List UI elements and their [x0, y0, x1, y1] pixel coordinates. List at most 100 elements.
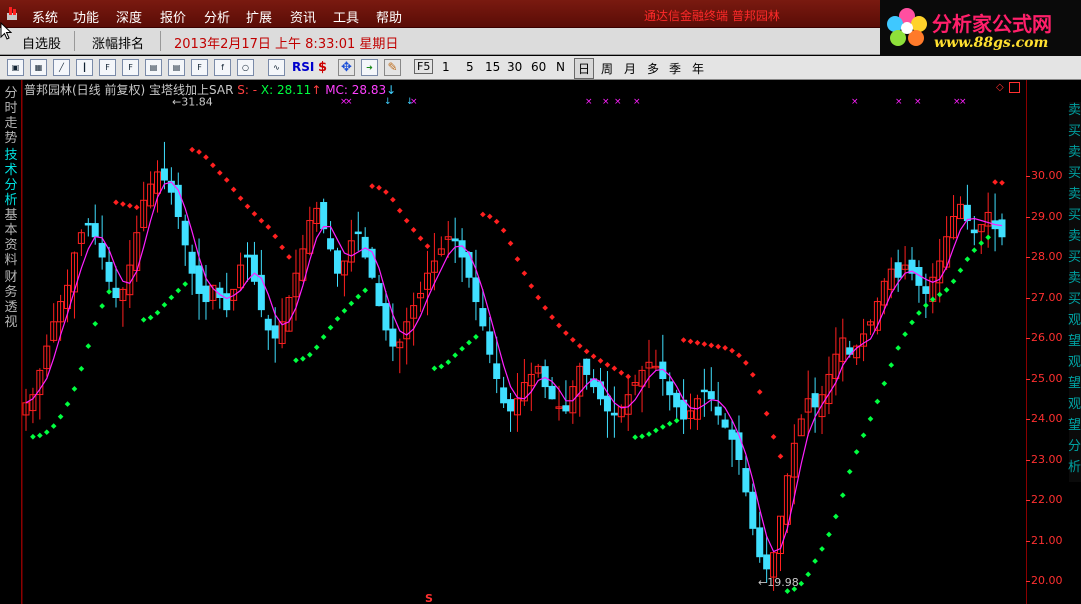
vtab-financials[interactable]: 财务透视	[2, 270, 20, 330]
pencil-icon[interactable]: ✎	[384, 59, 401, 76]
vtab-technical[interactable]: 技术分析	[2, 148, 20, 208]
period-week[interactable]: 周	[601, 60, 613, 77]
f5-button[interactable]: F5	[414, 59, 434, 74]
candle-down	[500, 387, 508, 404]
menu-extend[interactable]: 扩展	[246, 7, 272, 26]
signal-x-marker: ×	[959, 97, 967, 107]
signal-glyph: 买	[1068, 292, 1081, 307]
calendar-icon[interactable]: ▤	[145, 59, 162, 76]
signal-arrow-marker: ↓	[406, 97, 414, 107]
signal-x-marker: ×	[633, 97, 641, 107]
y-tick-mark	[1026, 500, 1030, 501]
signal-glyph: 分	[1068, 439, 1081, 454]
promo-text[interactable]: 通达信金融终端 普邦园林	[644, 7, 780, 24]
candle-down	[548, 385, 556, 400]
candle-down	[160, 168, 168, 181]
candle-down	[562, 405, 570, 412]
vtab-intraday[interactable]: 分时走势	[2, 86, 20, 146]
rsi-button[interactable]: RSI	[292, 60, 314, 74]
period-multi[interactable]: 多	[647, 60, 659, 77]
chart-restore-icon[interactable]	[1009, 82, 1020, 93]
flower-logo-icon	[887, 8, 927, 46]
export-icon[interactable]: ➜	[361, 59, 378, 76]
period-5min[interactable]: 5	[466, 60, 474, 74]
candle-down	[659, 361, 667, 379]
period-30min[interactable]: 30	[507, 60, 522, 74]
x-up-arrow: ↑	[311, 83, 322, 97]
menu-function[interactable]: 功能	[73, 7, 99, 26]
tab-gainers[interactable]: 涨幅排名	[92, 33, 144, 52]
y-tick-mark	[1026, 176, 1030, 177]
period-year[interactable]: 年	[692, 60, 704, 77]
candle-down	[181, 220, 189, 246]
vtab-fundamentals[interactable]: 基本资料	[2, 208, 20, 268]
candle-down	[91, 223, 99, 238]
candle-down	[610, 412, 618, 416]
function-icon[interactable]: f	[214, 59, 231, 76]
x-value: X: 28.11	[260, 83, 312, 97]
signal-glyph: 望	[1068, 418, 1081, 433]
signal-glyph: 卖	[1068, 187, 1081, 202]
menu-quote[interactable]: 报价	[160, 7, 186, 26]
menu-depth[interactable]: 深度	[116, 7, 142, 26]
candle-down	[894, 262, 902, 278]
site-logo: 分析家公式网 www.88gs.com	[880, 0, 1081, 58]
signal-glyph: 观	[1068, 313, 1081, 328]
dollar-button[interactable]: $	[318, 60, 327, 75]
candle-down	[98, 242, 106, 258]
period-day[interactable]: 日	[574, 58, 595, 79]
logo-url: www.88gs.com	[934, 35, 1049, 51]
toolbar: ▣ ▦ ╱ ┃ F F ▤ ▤ F f ○ ∿ RSI $ ✥ ➜ ✎ F5 1…	[0, 56, 1081, 80]
logo-title: 分析家公式网	[932, 12, 1052, 36]
signal-glyph: 买	[1068, 166, 1081, 181]
formula-icon[interactable]: F	[191, 59, 208, 76]
y-tick-mark	[1026, 378, 1030, 380]
period-n[interactable]: N	[556, 60, 565, 74]
y-tick-label: 21.00	[1031, 533, 1063, 547]
y-tick-label: 20.00	[1031, 574, 1063, 587]
search-icon[interactable]: ○	[237, 59, 254, 76]
menu-system[interactable]: 系统	[32, 7, 58, 26]
menu-help[interactable]: 帮助	[376, 7, 402, 26]
candle-down	[714, 406, 722, 416]
candle-down	[700, 389, 708, 393]
f10-icon[interactable]: F	[99, 59, 116, 76]
candle-down	[195, 265, 203, 294]
candle-down	[486, 331, 494, 355]
line-chart-icon[interactable]: ╱	[53, 59, 70, 76]
window-icon[interactable]: ▣	[7, 59, 24, 76]
wave-icon[interactable]: ∿	[268, 59, 285, 76]
table-icon[interactable]: ▦	[30, 59, 47, 76]
candle-down	[320, 202, 328, 230]
f10-info-icon[interactable]: ▤	[168, 59, 185, 76]
chart-options-icon[interactable]: ◇	[996, 82, 1004, 93]
menu-tools[interactable]: 工具	[333, 7, 359, 26]
candle-down	[112, 287, 120, 299]
s-value: S: -	[237, 83, 258, 97]
period-60min[interactable]: 60	[531, 60, 546, 74]
signal-glyph: 买	[1068, 124, 1081, 139]
period-15min[interactable]: 15	[485, 60, 500, 74]
chart-info-line: 普邦园林(日线 前复权) 宝塔线加上SAR S: - X: 28.11↑ MC:…	[24, 81, 396, 97]
app-logo-icon[interactable]	[6, 6, 20, 21]
period-1min[interactable]: 1	[442, 60, 450, 74]
candlestick-chart[interactable]: ×× × × × × × × × × ××↓ ↓←31.84←19.98S	[22, 80, 1026, 604]
candle-down	[673, 392, 681, 408]
y-tick-mark	[1026, 216, 1030, 218]
candle-down	[493, 363, 501, 380]
period-quarter[interactable]: 季	[669, 60, 681, 77]
candle-down	[666, 381, 674, 396]
move-icon[interactable]: ✥	[338, 59, 355, 76]
menu-analysis[interactable]: 分析	[204, 7, 230, 26]
signal-glyph: 卖	[1068, 103, 1081, 118]
y-tick-mark	[1026, 581, 1030, 582]
candle-down	[603, 395, 611, 412]
mc-down-arrow: ↓	[386, 83, 397, 97]
period-month[interactable]: 月	[624, 60, 636, 77]
candle-icon[interactable]: ┃	[76, 59, 93, 76]
cursor-arrow-icon	[0, 22, 12, 40]
menu-news[interactable]: 资讯	[290, 7, 316, 26]
tab-watchlist[interactable]: 自选股	[22, 33, 61, 52]
profile-icon[interactable]: F	[122, 59, 139, 76]
candle-down	[333, 250, 341, 274]
